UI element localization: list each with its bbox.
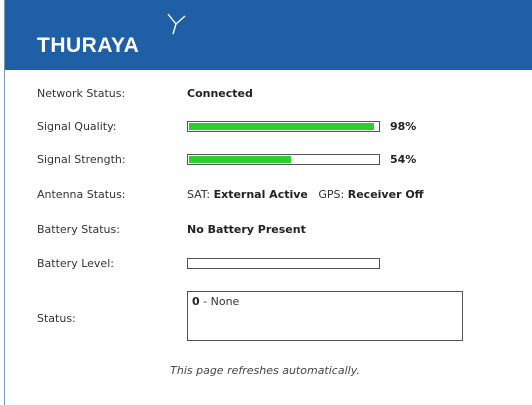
sat-label: SAT: [187,188,211,201]
signal-strength-fill [189,156,291,163]
status-message-box: 0 - None [187,291,463,341]
signal-strength-percent: 54% [390,153,417,166]
sat-value: External Active [213,188,308,201]
battery-level-bar [187,258,380,269]
status-page: THURAYA Network Status: Connected Signal… [4,0,532,405]
antenna-status-label: Antenna Status: [37,188,126,201]
antenna-status-value: SAT: External Active GPS: Receiver Off [187,187,424,203]
network-status-value: Connected [187,87,253,100]
status-code: 0 [192,295,200,308]
auto-refresh-note: This page refreshes automatically. [170,364,360,377]
signal-quality-percent: 98% [390,120,417,133]
signal-quality-label: Signal Quality: [37,120,117,133]
header-banner: THURAYA [5,0,532,70]
gps-value: Receiver Off [347,188,424,201]
battery-level-label: Battery Level: [37,257,114,270]
battery-status-label: Battery Status: [37,223,120,236]
status-text: - None [199,295,240,308]
gps-label: GPS: [318,188,345,201]
brand-logo: THURAYA [37,34,140,57]
battery-status-value: No Battery Present [187,223,306,236]
signal-strength-bar [187,154,380,165]
signal-quality-bar [187,121,380,132]
signal-strength-label: Signal Strength: [37,153,126,166]
satellite-star-icon [167,13,186,35]
network-status-label: Network Status: [37,87,126,100]
signal-quality-fill [189,123,374,130]
status-label: Status: [37,312,76,325]
